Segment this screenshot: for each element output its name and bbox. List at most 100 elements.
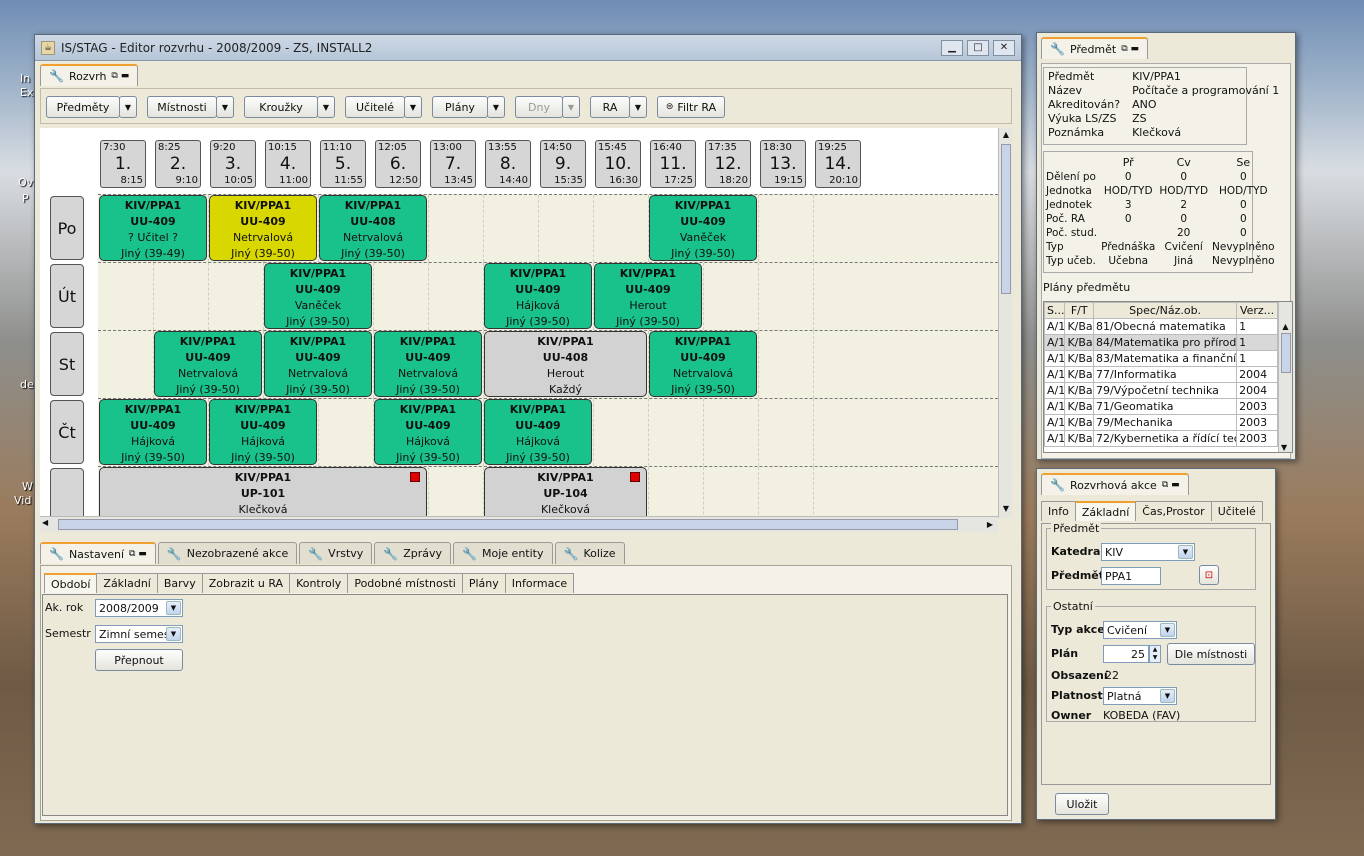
desktop-label[interactable]: Ov <box>18 176 33 189</box>
scroll-up-icon[interactable]: ▲ <box>1279 322 1292 331</box>
subtab[interactable]: Základní <box>96 573 158 593</box>
akce-subtab[interactable]: Základní <box>1074 501 1137 521</box>
schedule-event[interactable]: KIV/PPA1 UU-409 Hájková Jiný (39-50) <box>99 399 207 465</box>
schedule-event[interactable]: KIV/PPA1 UU-409 Hájková Jiný (39-50) <box>484 263 592 329</box>
schedule-event[interactable]: KIV/PPA1 UU-409 Netrvalová Jiný (39-50) <box>209 195 317 261</box>
desktop-label[interactable]: Ex <box>20 86 33 99</box>
katedra-select[interactable]: KIV ▼ <box>1101 543 1195 561</box>
subtab[interactable]: Informace <box>504 573 575 593</box>
schedule-event[interactable]: KIV/PPA1 UU-409 Netrvalová Jiný (39-50) <box>374 331 482 397</box>
scroll-down-icon[interactable]: ▼ <box>1000 504 1012 516</box>
schedule-event[interactable]: KIV/PPA1 UU-409 Netrvalová Jiný (39-50) <box>649 331 757 397</box>
pick-icon[interactable]: ⊡ <box>1199 565 1219 585</box>
horizontal-scrollbar[interactable]: ◀ ▶ <box>40 516 998 533</box>
minimize-icon[interactable]: ▁ <box>941 39 963 56</box>
plany-row[interactable]: A/1K/Bak71/Geomatika2003 <box>1044 398 1278 415</box>
desktop-label[interactable]: P <box>22 192 29 205</box>
tab-rozvrh[interactable]: 🔧 Rozvrh ⧉ ▬ <box>40 64 139 86</box>
subtab[interactable]: Barvy <box>156 573 203 593</box>
schedule-event[interactable]: KIV/PPA1 UU-408 Netrvalová Jiný (39-50) <box>319 195 427 261</box>
plany-scrollbar[interactable]: ▲ ▼ <box>1278 302 1292 452</box>
plany-table-wrap[interactable]: S...F/TSpec/Náz.ob.Verz...A/1K/Bak81/Obe… <box>1043 301 1293 453</box>
subtab[interactable]: Podobné místnosti <box>347 573 463 593</box>
schedule-event[interactable]: KIV/PPA1 UP-104 Klečková <box>484 467 647 516</box>
plany-button[interactable]: Plány <box>432 96 488 118</box>
desktop-label[interactable]: de <box>20 378 34 391</box>
plany-col-header[interactable]: Verz... <box>1236 302 1278 319</box>
typakce-select[interactable]: Cvičení ▼ <box>1103 621 1177 639</box>
plany-row[interactable]: A/1K/Bak72/Kybernetika a řídící tec...20… <box>1044 430 1278 447</box>
ulozit-button[interactable]: Uložit <box>1055 793 1109 815</box>
plan-spinner[interactable]: 25 <box>1103 645 1149 663</box>
schedule-event[interactable]: KIV/PPA1 UU-408 Herout Každý <box>484 331 647 397</box>
semestr-select[interactable]: Zimní semestr ▼ <box>95 625 183 643</box>
schedule-event[interactable]: KIV/PPA1 UU-409 Herout Jiný (39-50) <box>594 263 702 329</box>
predmet-input[interactable]: PPA1 <box>1101 567 1161 585</box>
plany-row[interactable]: A/1K/Bak79/Mechanika2003 <box>1044 414 1278 431</box>
detach-icon[interactable]: ⧉ ▬ <box>129 549 147 559</box>
akce-subtab[interactable]: Učitelé <box>1210 501 1263 521</box>
hscroll-thumb[interactable] <box>58 519 958 530</box>
platnost-select[interactable]: Platná ▼ <box>1103 687 1177 705</box>
plany-row[interactable]: A/1K/Bak79/Výpočetní technika2004 <box>1044 382 1278 399</box>
ucitele-button[interactable]: Učitelé <box>345 96 405 118</box>
chevron-down-icon[interactable]: ▼ <box>487 96 505 118</box>
tab-bottom[interactable]: 🔧 Nastavení ⧉ ▬ <box>40 542 156 564</box>
main-titlebar[interactable]: ☕ IS/STAG - Editor rozvrhu - 2008/2009 -… <box>35 35 1021 61</box>
schedule-event[interactable]: KIV/PPA1 UU-409 Vaněček Jiný (39-50) <box>649 195 757 261</box>
detach-icon[interactable]: ⧉ ▬ <box>1162 480 1180 490</box>
subtab[interactable]: Kontroly <box>289 573 349 593</box>
schedule-event[interactable]: KIV/PPA1 UU-409 ? Učitel ? Jiný (39-49) <box>99 195 207 261</box>
detach-icon[interactable]: ⧉ ▬ <box>111 71 129 81</box>
chevron-down-icon[interactable]: ▼ <box>317 96 335 118</box>
dle-mistnosti-button[interactable]: Dle místnosti <box>1167 643 1255 665</box>
chevron-down-icon[interactable]: ▼ <box>404 96 422 118</box>
tab-bottom[interactable]: 🔧 Nezobrazené akce <box>157 542 298 564</box>
desktop-label[interactable]: W <box>22 480 33 493</box>
maximize-icon[interactable]: □ <box>967 39 989 56</box>
plany-row[interactable]: A/1K/Bak77/Informatika2004 <box>1044 366 1278 383</box>
filtr-ra-button[interactable]: ⊜ Filtr RA <box>657 96 725 118</box>
schedule-event[interactable]: KIV/PPA1 UU-409 Hájková Jiný (39-50) <box>209 399 317 465</box>
plany-row[interactable]: A/1K/Bak84/Matematika pro přírod...1 <box>1044 334 1278 351</box>
akrok-select[interactable]: 2008/2009 ▼ <box>95 599 183 617</box>
scroll-left-icon[interactable]: ◀ <box>42 518 48 527</box>
tab-bottom[interactable]: 🔧 Zprávy <box>374 542 452 564</box>
akce-subtab[interactable]: Čas,Prostor <box>1135 501 1212 521</box>
schedule-grid[interactable]: 7:30 1. 8:15 8:25 2. 9:10 9:20 3. 10:05 10:15 4. 11… <box>40 128 998 516</box>
plany-row[interactable]: A/1K/Bak81/Obecná matematika1 <box>1044 318 1278 335</box>
scroll-up-icon[interactable]: ▲ <box>1000 130 1012 142</box>
close-icon[interactable]: ✕ <box>993 39 1015 56</box>
plany-col-header[interactable]: S... <box>1044 302 1066 319</box>
schedule-event[interactable]: KIV/PPA1 UU-409 Hájková Jiný (39-50) <box>374 399 482 465</box>
schedule-event[interactable]: KIV/PPA1 UU-409 Netrvalová Jiný (39-50) <box>154 331 262 397</box>
plany-col-header[interactable]: F/T <box>1064 302 1095 319</box>
schedule-event[interactable]: KIV/PPA1 UP-101 Klečková <box>99 467 427 516</box>
tab-bottom[interactable]: 🔧 Vrstvy <box>299 542 373 564</box>
schedule-event[interactable]: KIV/PPA1 UU-409 Vaněček Jiný (39-50) <box>264 263 372 329</box>
tab-predmet[interactable]: 🔧 Předmět ⧉ ▬ <box>1041 37 1149 59</box>
tab-bottom[interactable]: 🔧 Moje entity <box>453 542 553 564</box>
schedule-event[interactable]: KIV/PPA1 UU-409 Netrvalová Jiný (39-50) <box>264 331 372 397</box>
chevron-down-icon[interactable]: ▼ <box>629 96 647 118</box>
subtab[interactable]: Plány <box>461 573 506 593</box>
tab-bottom[interactable]: 🔧 Kolize <box>554 542 625 564</box>
desktop-label[interactable]: In <box>20 72 30 85</box>
subtab[interactable]: Zobrazit u RA <box>201 573 291 593</box>
chevron-down-icon[interactable]: ▼ <box>216 96 234 118</box>
predmety-button[interactable]: Předměty <box>46 96 120 118</box>
scroll-down-icon[interactable]: ▼ <box>1281 443 1287 452</box>
chevron-down-icon[interactable]: ▼ <box>119 96 137 118</box>
detach-icon[interactable]: ⧉ ▬ <box>1121 44 1139 54</box>
plany-row[interactable]: A/1K/Bak83/Matematika a finanční ...1 <box>1044 350 1278 367</box>
plany-col-header[interactable]: Spec/Náz.ob. <box>1093 302 1238 319</box>
mistnosti-button[interactable]: Místnosti <box>147 96 217 118</box>
scroll-thumb[interactable] <box>1280 333 1291 373</box>
akce-subtab[interactable]: Info <box>1041 501 1076 521</box>
ra-button[interactable]: RA <box>590 96 630 118</box>
vertical-scrollbar[interactable]: ▲ ▼ <box>998 128 1012 518</box>
scroll-thumb[interactable] <box>1001 144 1011 294</box>
krouzky-button[interactable]: Kroužky <box>244 96 318 118</box>
schedule-event[interactable]: KIV/PPA1 UU-409 Hájková Jiný (39-50) <box>484 399 592 465</box>
prepnout-button[interactable]: Přepnout <box>95 649 183 671</box>
